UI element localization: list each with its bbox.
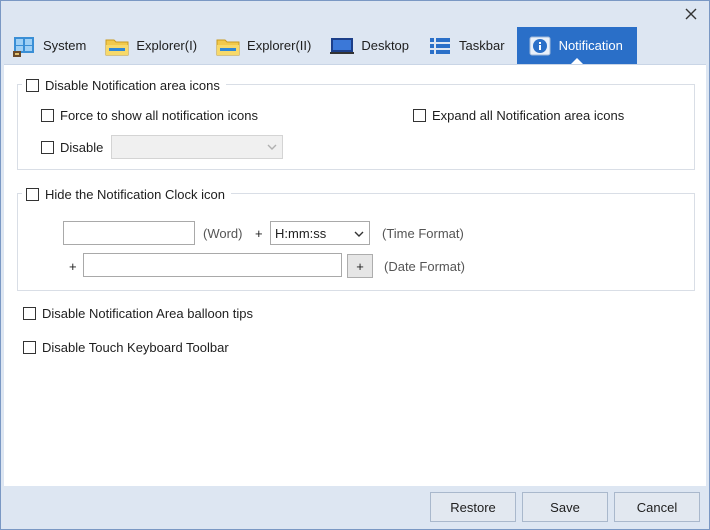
time-format-value: H:mm:ss [275, 225, 327, 241]
tab-label: Explorer(I) [136, 38, 198, 53]
tab-label: Explorer(II) [247, 38, 312, 53]
tab-label: System [43, 38, 87, 53]
checkbox[interactable] [41, 108, 54, 122]
time-format-hint: (Time Format) [382, 224, 464, 242]
date-add-button[interactable]: + [347, 254, 373, 278]
tab-label: Desktop [361, 38, 410, 53]
force-show-option[interactable]: Force to show all notification icons [41, 106, 258, 124]
date-format-hint: (Date Format) [384, 257, 465, 275]
footer-bar: Restore Save Cancel [4, 486, 706, 528]
cancel-button[interactable]: Cancel [614, 492, 700, 522]
disable-notification-area-option[interactable]: Disable Notification area icons [22, 76, 226, 94]
chevron-down-icon [354, 231, 364, 237]
info-icon [527, 34, 553, 58]
checkbox[interactable] [26, 187, 39, 201]
checkbox[interactable] [23, 306, 36, 320]
tab-explorer-1[interactable]: Explorer(I) [96, 27, 207, 64]
tab-label: Notification [558, 38, 623, 53]
close-icon [685, 8, 697, 20]
tab-taskbar[interactable]: Taskbar [419, 27, 515, 64]
date-format-hint-text: (Date Format) [384, 258, 465, 274]
hide-clock-option[interactable]: Hide the Notification Clock icon [22, 185, 231, 203]
tab-desktop[interactable]: Desktop [321, 27, 419, 64]
word-input[interactable] [63, 221, 195, 245]
folder-icon [104, 34, 130, 58]
checkbox[interactable] [41, 140, 54, 154]
date-plus-label: + [69, 257, 77, 275]
checkbox-label: Force to show all notification icons [60, 107, 258, 123]
checkbox-label: Hide the Notification Clock icon [45, 186, 225, 202]
disable-option[interactable]: Disable [41, 138, 103, 156]
system-icon [11, 34, 37, 58]
list-icon [427, 34, 453, 58]
plus-text: + [255, 225, 263, 241]
checkbox-label: Disable Notification Area balloon tips [42, 305, 254, 321]
checkbox-label: Expand all Notification area icons [432, 107, 625, 123]
title-bar [1, 1, 709, 27]
touch-keyboard-option[interactable]: Disable Touch Keyboard Toolbar [23, 338, 229, 356]
disable-select[interactable] [111, 135, 283, 159]
balloon-tips-option[interactable]: Disable Notification Area balloon tips [23, 304, 253, 322]
expand-all-option[interactable]: Expand all Notification area icons [413, 106, 624, 124]
monitor-icon [329, 34, 355, 58]
time-format-hint-text: (Time Format) [382, 225, 464, 241]
tab-explorer-2[interactable]: Explorer(II) [207, 27, 321, 64]
chevron-down-icon [267, 144, 277, 150]
checkbox-label: Disable Touch Keyboard Toolbar [42, 339, 229, 355]
time-format-select[interactable]: H:mm:ss [270, 221, 370, 245]
plus-text: + [69, 258, 77, 274]
tab-notification[interactable]: Notification [516, 27, 637, 65]
close-button[interactable] [681, 4, 701, 24]
notification-panel: Disable Notification area icons Force to… [4, 64, 706, 486]
checkbox-label: Disable [60, 139, 104, 155]
checkbox[interactable] [413, 108, 426, 122]
checkbox[interactable] [23, 340, 36, 354]
checkbox-label: Disable Notification area icons [45, 77, 220, 93]
folder-icon [215, 34, 241, 58]
word-hint: (Word) [203, 224, 242, 242]
restore-button[interactable]: Restore [430, 492, 516, 522]
tab-bar: System Explorer(I) Explorer(II) Desktop … [3, 27, 707, 65]
word-hint-text: (Word) [203, 225, 243, 241]
plus-label: + [255, 224, 263, 242]
app-window: System Explorer(I) Explorer(II) Desktop … [0, 0, 710, 530]
tab-label: Taskbar [459, 38, 505, 53]
tab-system[interactable]: System [3, 27, 96, 64]
date-input[interactable] [83, 253, 342, 277]
date-add-button-label: + [356, 258, 364, 274]
save-button[interactable]: Save [522, 492, 608, 522]
checkbox[interactable] [26, 78, 39, 92]
